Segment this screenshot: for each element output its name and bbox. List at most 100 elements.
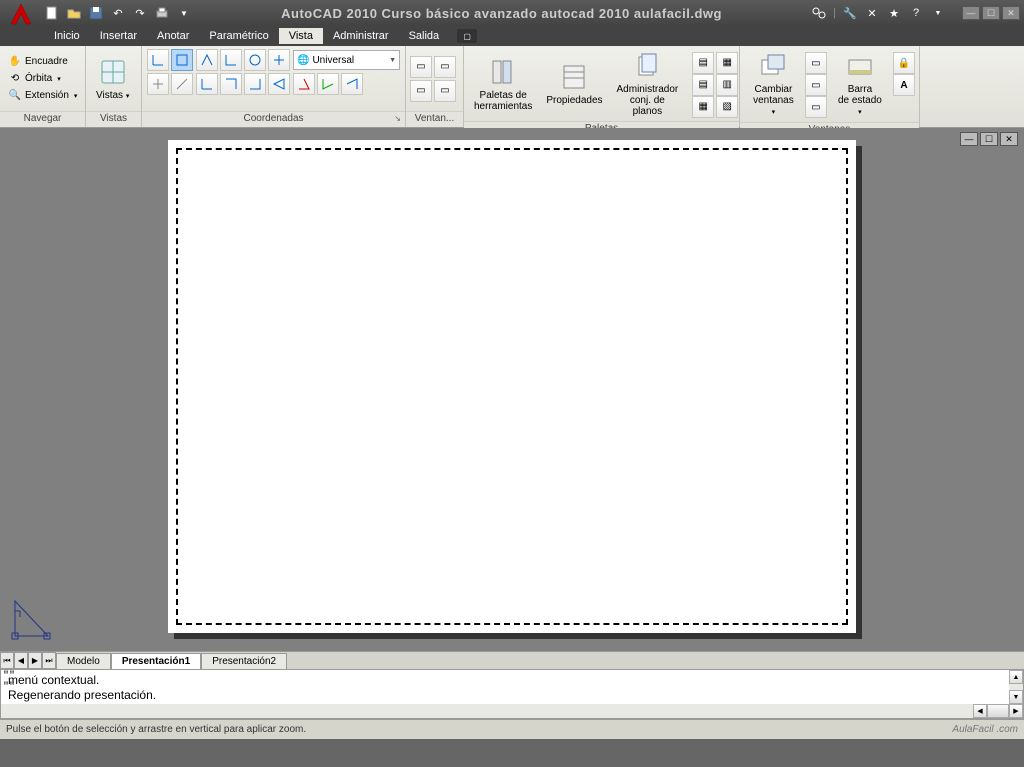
scroll-down-button[interactable]: ▼: [1009, 690, 1023, 704]
text-btn[interactable]: A: [893, 74, 915, 96]
ribbon: ✋Encuadre ⟲Órbita▾ 🔍Extensión▾ Navegar V…: [0, 46, 1024, 128]
panel-ventan: ▭ ▭ ▭ ▭ Ventan...: [406, 46, 464, 127]
doc-close-button[interactable]: ✕: [1000, 132, 1018, 146]
doc-minimize-button[interactable]: —: [960, 132, 978, 146]
scroll-left-button[interactable]: ◀: [973, 704, 987, 718]
printable-area-border: [176, 148, 848, 625]
coord-btn-1[interactable]: [196, 49, 218, 71]
command-line[interactable]: """" menú contextual. Regenerando presen…: [0, 669, 1024, 719]
win-btn-2[interactable]: ▭: [805, 74, 827, 96]
coord-btn-2[interactable]: [220, 49, 242, 71]
tab-prev-button[interactable]: ◀: [14, 652, 28, 669]
orbita-button[interactable]: ⟲Órbita▾: [6, 71, 79, 87]
tab-next-button[interactable]: ▶: [28, 652, 42, 669]
coord-btn-10[interactable]: [317, 73, 339, 95]
globe-icon: 🌐: [297, 55, 309, 66]
propiedades-button[interactable]: Propiedades: [540, 59, 608, 108]
ucs-combo[interactable]: 🌐 Universal ▼: [293, 50, 400, 70]
viewport-btn-1[interactable]: ▭: [410, 56, 432, 78]
coord-btn-3[interactable]: [244, 49, 266, 71]
tab-vista[interactable]: Vista: [279, 28, 323, 44]
qat-dropdown-icon[interactable]: ▼: [176, 5, 192, 21]
tool-palettes-icon: [487, 56, 519, 88]
status-text: Pulse el botón de selección y arrastre e…: [6, 724, 306, 735]
tab-inicio[interactable]: Inicio: [44, 28, 90, 44]
palette-btn-3[interactable]: ▤: [692, 74, 714, 96]
viewport-btn-3[interactable]: ▭: [410, 80, 432, 102]
redo-icon[interactable]: ↷: [132, 5, 148, 21]
drawing-area[interactable]: — ☐ ✕: [0, 128, 1024, 651]
viewport-btn-2[interactable]: ▭: [434, 56, 456, 78]
vistas-button[interactable]: Vistas ▾: [90, 54, 135, 104]
open-icon[interactable]: [66, 5, 82, 21]
command-hscrollbar[interactable]: ◀ ▶: [1, 704, 1023, 718]
panel-title-navegar: Navegar: [0, 111, 85, 127]
watermark-text: AulaFacil .com: [952, 724, 1018, 735]
paletas-herramientas-button[interactable]: Paletas deherramientas: [468, 54, 538, 114]
coord-btn-6[interactable]: [220, 73, 242, 95]
subscription-icon[interactable]: 🔧: [842, 5, 858, 21]
quick-access-toolbar: ↶ ↷ ▼: [44, 5, 192, 21]
coord-btn-5[interactable]: [196, 73, 218, 95]
properties-icon: [558, 61, 590, 93]
tab-insertar[interactable]: Insertar: [90, 28, 147, 44]
search-icon[interactable]: [811, 5, 827, 21]
favorite-icon[interactable]: ★: [886, 5, 902, 21]
orbit-icon: ⟲: [8, 72, 22, 86]
hscroll-thumb[interactable]: [987, 704, 1009, 718]
help-dropdown-icon[interactable]: ▼: [930, 5, 946, 21]
ucs-btn-2[interactable]: [171, 49, 193, 71]
tab-modelo[interactable]: Modelo: [56, 653, 111, 669]
save-icon[interactable]: [88, 5, 104, 21]
coord-btn-8[interactable]: [268, 73, 290, 95]
coord-btn-11[interactable]: [341, 73, 363, 95]
help-icon[interactable]: ?: [908, 5, 924, 21]
palette-btn-4[interactable]: ▥: [716, 74, 738, 96]
document-window-controls: — ☐ ✕: [960, 132, 1018, 146]
maximize-button[interactable]: ☐: [982, 6, 1000, 20]
barra-estado-button[interactable]: Barrade estado ▾: [829, 48, 891, 120]
tab-anotar[interactable]: Anotar: [147, 28, 199, 44]
coord-btn-9[interactable]: [293, 73, 315, 95]
viewport-btn-4[interactable]: ▭: [434, 80, 456, 102]
tab-presentacion2[interactable]: Presentación2: [201, 653, 287, 669]
encuadre-button[interactable]: ✋Encuadre: [6, 54, 79, 70]
print-icon[interactable]: [154, 5, 170, 21]
undo-icon[interactable]: ↶: [110, 5, 126, 21]
tab-administrar[interactable]: Administrar: [323, 28, 399, 44]
status-bar: Pulse el botón de selección y arrastre e…: [0, 719, 1024, 739]
doc-maximize-button[interactable]: ☐: [980, 132, 998, 146]
ucs-btn-3[interactable]: [147, 73, 169, 95]
tab-salida[interactable]: Salida: [399, 28, 450, 44]
dialog-launcher-icon[interactable]: ↘: [394, 114, 401, 123]
ucs-btn-4[interactable]: [171, 73, 193, 95]
tab-presentacion1[interactable]: Presentación1: [111, 653, 201, 669]
command-vscrollbar[interactable]: ▲ ▼: [1009, 670, 1023, 704]
minimize-button[interactable]: —: [962, 6, 980, 20]
palette-btn-6[interactable]: ▧: [716, 96, 738, 118]
palette-btn-5[interactable]: ▦: [692, 96, 714, 118]
ucs-btn-1[interactable]: [147, 49, 169, 71]
new-icon[interactable]: [44, 5, 60, 21]
extension-button[interactable]: 🔍Extensión▾: [6, 88, 79, 104]
coord-btn-4[interactable]: [268, 49, 290, 71]
ribbon-expand-icon[interactable]: ▢: [457, 29, 477, 43]
scroll-right-button[interactable]: ▶: [1009, 704, 1023, 718]
close-button[interactable]: ✕: [1002, 6, 1020, 20]
ucs-combo-value: Universal: [312, 55, 354, 66]
palette-btn-2[interactable]: ▦: [716, 52, 738, 74]
tab-parametrico[interactable]: Paramétrico: [199, 28, 278, 44]
cambiar-ventanas-button[interactable]: Cambiarventanas ▾: [744, 48, 803, 120]
administrador-button[interactable]: Administradorconj. de planos: [611, 48, 685, 119]
vistas-label: Vistas: [96, 90, 123, 101]
win-btn-3[interactable]: ▭: [805, 96, 827, 118]
tab-last-button[interactable]: ⏭: [42, 652, 56, 669]
lock-btn[interactable]: 🔒: [893, 52, 915, 74]
exchange-icon[interactable]: ✕: [864, 5, 880, 21]
coord-btn-7[interactable]: [244, 73, 266, 95]
win-btn-1[interactable]: ▭: [805, 52, 827, 74]
tab-first-button[interactable]: ⏮: [0, 652, 14, 669]
app-menu-button[interactable]: [4, 0, 40, 30]
palette-btn-1[interactable]: ▤: [692, 52, 714, 74]
scroll-up-button[interactable]: ▲: [1009, 670, 1023, 684]
